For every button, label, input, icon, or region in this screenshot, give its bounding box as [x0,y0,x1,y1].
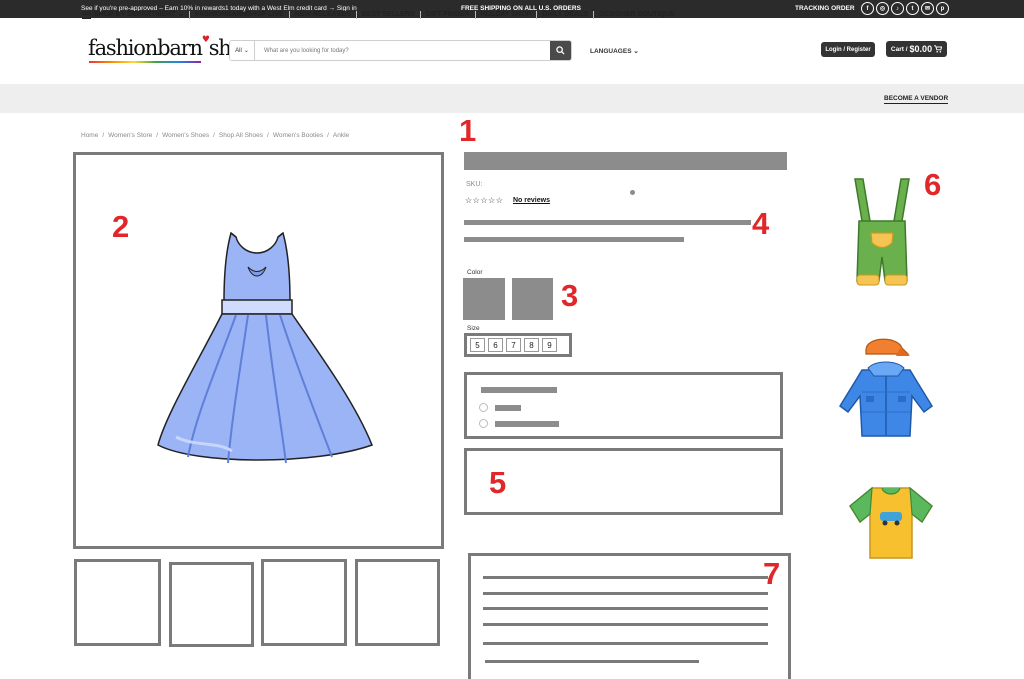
breadcrumb-all-shoes[interactable]: Shop All Shoes [219,132,263,139]
options-heading-placeholder [481,387,557,393]
option-1-placeholder [495,405,521,411]
hamburger-icon [82,11,91,19]
details-line-6 [485,660,699,663]
main-product-image[interactable]: 2 [73,152,444,549]
tracking-order-link[interactable]: TRACKING ORDER [795,5,855,12]
become-vendor-link[interactable]: BECOME A VENDOR [884,95,949,104]
related-product-overalls[interactable] [845,177,919,295]
languages-label: LANGUAGES [590,48,632,55]
login-register-button[interactable]: Login / Register [821,42,875,57]
search-category-label: All [235,47,242,54]
add-to-cart-box: 5 [464,448,783,515]
breadcrumb-home[interactable]: Home [81,132,98,139]
rating-stars: ☆☆☆☆☆ [465,196,504,205]
thumbnail-2[interactable] [169,562,254,647]
breadcrumb-separator: / [102,132,105,139]
nav-item-best-sellers[interactable]: BEST SELLERS [357,11,421,19]
main-nav: SHOP BY DEPARTMENT ⌄ FASHIONBARNSHOP LIV… [82,11,680,19]
cart-label: Cart / [890,45,908,53]
nav-item-live[interactable]: FASHIONBARNSHOP LIVE [190,11,290,19]
description-line-1 [464,220,751,225]
product-title-placeholder [464,152,787,170]
breadcrumb-ankle: Ankle [332,132,350,139]
pinterest-icon[interactable]: p [936,2,949,15]
search-input[interactable]: What are you looking for today? [255,41,550,60]
breadcrumb-separator: / [327,132,329,139]
cart-button[interactable]: Cart / $0.00 [886,41,947,57]
details-line-4 [483,623,768,626]
marker-1: 1 [459,113,477,148]
thumbnail-1[interactable] [74,559,161,646]
email-icon[interactable]: ✉ [921,2,934,15]
main-nav-bar [0,84,1024,113]
search-icon [556,46,565,55]
cart-total: $0.00 [909,44,933,54]
marker-4: 4 [752,206,770,241]
nav-item-new-releases[interactable]: NEW RELEASES [290,11,357,19]
option-radio-2[interactable] [479,419,488,428]
cart-icon [934,45,943,53]
facebook-icon[interactable]: f [861,2,874,15]
details-line-3 [483,607,768,610]
details-line-1 [483,576,768,579]
thumbnail-3[interactable] [261,559,347,646]
tiktok-icon[interactable]: ♪ [891,2,904,15]
sku-label: SKU: [466,181,483,188]
dress-illustration [157,231,373,464]
reviews-link[interactable]: No reviews [513,197,550,204]
breadcrumb-womens-store[interactable]: Women's Store [108,132,152,139]
marker-7: 7 [763,556,781,591]
breadcrumb-separator: / [267,132,269,139]
breadcrumb-womens-shoes[interactable]: Women's Shoes [162,132,209,139]
department-label: SHOP BY DEPARTMENT [94,11,176,18]
color-swatch-2[interactable] [512,278,553,320]
size-label: Size [467,325,480,332]
twitter-icon[interactable]: t [906,2,919,15]
marker-5: 5 [489,465,507,500]
nav-item-daily-deals[interactable]: DAILY DEALS [537,11,595,19]
breadcrumb-separator: / [156,132,159,139]
description-line-2 [464,237,684,242]
nav-item-gift-finder[interactable]: GIFT FINDER [421,11,476,19]
logo-rainbow-underline [89,61,201,63]
marker-6: 6 [924,167,942,202]
search-button[interactable] [550,41,571,60]
chevron-down-icon: ⌄ [178,11,185,18]
size-option-9[interactable]: 9 [542,338,557,352]
related-product-jacket[interactable] [836,332,936,440]
size-selector: 5 6 7 8 9 [464,333,572,357]
nav-item-holiday-shop[interactable]: HOLDAY SHOP [476,11,538,19]
nav-item-designer-boutique[interactable]: DESIGNER BOUTIQUE [594,11,679,19]
size-option-7[interactable]: 7 [506,338,521,352]
marker-3: 3 [561,278,579,313]
heart-icon: ♥ [201,35,210,45]
details-line-5 [483,642,768,645]
languages-dropdown[interactable]: LANGUAGES ⌄ [590,47,639,55]
option-2-placeholder [495,421,559,427]
color-swatch-1[interactable] [463,278,505,320]
breadcrumb-separator: / [213,132,215,139]
size-option-5[interactable]: 5 [470,338,485,352]
social-links: f ◎ ♪ t ✉ p [861,2,949,15]
purchase-options-box [464,372,783,439]
chevron-down-icon: ⌄ [243,48,249,54]
breadcrumb-womens-booties[interactable]: Women's Booties [273,132,323,139]
color-label: Color [467,269,483,276]
instagram-icon[interactable]: ◎ [876,2,889,15]
chevron-down-icon: ⌄ [633,48,639,55]
placeholder-dot [630,190,635,195]
breadcrumb: Home / Women's Store / Women's Shoes / Shop… [81,132,349,139]
thumbnail-4[interactable] [355,559,440,646]
details-line-2 [483,592,768,595]
size-option-6[interactable]: 6 [488,338,503,352]
logo-text-left: fashionbarn [88,36,203,60]
product-details-box: 7 [468,553,791,679]
shop-by-department-menu[interactable]: SHOP BY DEPARTMENT ⌄ [82,11,191,19]
related-product-tshirt[interactable] [848,482,934,562]
search-category-select[interactable]: All ⌄ [230,41,255,60]
size-option-8[interactable]: 8 [524,338,539,352]
marker-2: 2 [112,209,130,244]
search-bar: All ⌄ What are you looking for today? [229,40,572,61]
option-radio-1[interactable] [479,403,488,412]
